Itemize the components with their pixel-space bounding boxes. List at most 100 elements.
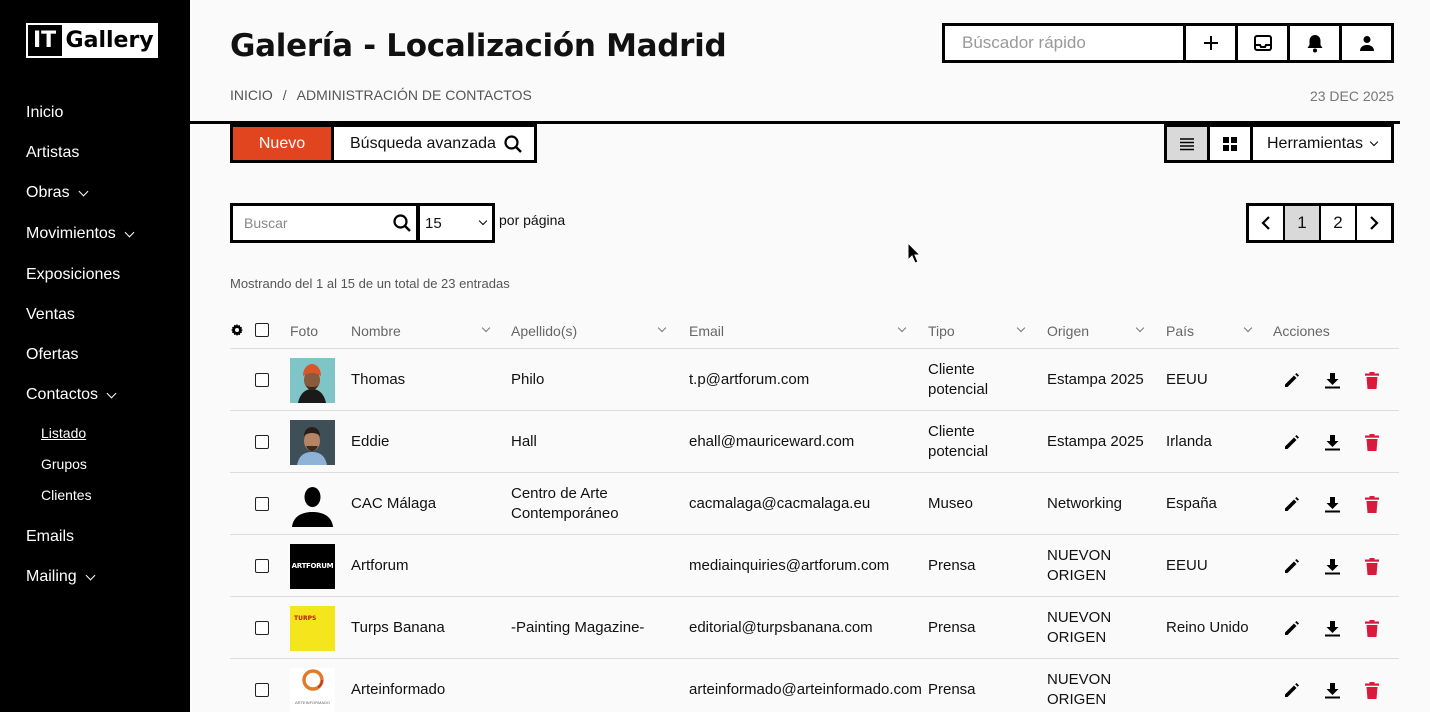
delete-button[interactable]: [1362, 473, 1382, 535]
sidebar-item-label: Contactos: [26, 386, 99, 403]
row-checkbox[interactable]: [255, 411, 269, 473]
advanced-search-button[interactable]: Búsqueda avanzada: [331, 124, 537, 163]
per-page-select[interactable]: 15: [417, 203, 495, 243]
inbox-button[interactable]: [1235, 26, 1287, 60]
table-row[interactable]: ARTEINFORMADO Arteinformado arteinformado@…: [230, 659, 1399, 712]
chevron-down-icon: [1243, 323, 1253, 333]
sidebar-item-label: Ventas: [26, 306, 75, 323]
contact-photo[interactable]: [290, 473, 335, 535]
sidebar-subitem-clientes[interactable]: Clientes: [41, 487, 92, 503]
sidebar-item-ventas[interactable]: Ventas: [26, 306, 75, 324]
avatar: ARTFORUM: [290, 543, 335, 589]
trash-icon: [1365, 681, 1379, 699]
delete-button[interactable]: [1362, 659, 1382, 712]
new-button[interactable]: Nuevo: [230, 124, 334, 163]
sidebar-subitem-listado[interactable]: Listado: [41, 425, 86, 441]
table-row[interactable]: ARTFORUM Artforum mediainquiries@artforum.…: [230, 535, 1399, 597]
checkbox: [255, 683, 269, 697]
download-button[interactable]: [1322, 535, 1342, 597]
sidebar-item-obras[interactable]: Obras: [26, 184, 89, 202]
photo-logo-text: ARTEINFORMADO: [294, 699, 331, 705]
top-actions: [942, 23, 1394, 63]
table-settings-button[interactable]: [231, 324, 243, 336]
contact-photo[interactable]: ARTEINFORMADO: [290, 659, 335, 712]
sidebar-item-exposiciones[interactable]: Exposiciones: [26, 266, 120, 284]
app-logo[interactable]: IT Gallery: [26, 23, 158, 58]
column-name[interactable]: Nombre: [351, 323, 491, 339]
download-button[interactable]: [1322, 597, 1342, 659]
sidebar-item-inicio[interactable]: Inicio: [26, 104, 63, 122]
breadcrumb-home[interactable]: INICIO: [230, 87, 273, 103]
download-button[interactable]: [1322, 411, 1342, 473]
contact-email: editorial@turpsbanana.com: [689, 619, 873, 636]
column-origin[interactable]: Origen: [1047, 323, 1146, 339]
column-surname[interactable]: Apellido(s): [511, 323, 668, 339]
list-view-button[interactable]: [1167, 127, 1210, 160]
select-all-checkbox[interactable]: [255, 323, 269, 337]
contact-origin: NUEVON ORIGEN: [1047, 597, 1111, 659]
sidebar-item-mailing[interactable]: Mailing: [26, 568, 96, 586]
delete-button[interactable]: [1362, 597, 1382, 659]
sidebar-item-movimientos[interactable]: Movimientos: [26, 225, 135, 243]
sidebar-subitem-grupos[interactable]: Grupos: [41, 456, 87, 472]
checkbox: [255, 497, 269, 511]
edit-button[interactable]: [1282, 535, 1302, 597]
page-button-1[interactable]: 1: [1285, 206, 1321, 240]
delete-button[interactable]: [1362, 349, 1382, 411]
trash-icon: [1365, 433, 1379, 451]
row-checkbox[interactable]: [255, 659, 269, 712]
column-country[interactable]: País: [1166, 323, 1254, 339]
tools-dropdown[interactable]: Herramientas: [1253, 127, 1391, 160]
sidebar-item-emails[interactable]: Emails: [26, 528, 74, 546]
breadcrumb-current: ADMINISTRACIÓN DE CONTACTOS: [296, 87, 532, 103]
contact-email: ehall@mauriceward.com: [689, 433, 855, 450]
download-button[interactable]: [1322, 659, 1342, 712]
download-button[interactable]: [1322, 349, 1342, 411]
row-checkbox[interactable]: [255, 597, 269, 659]
edit-button[interactable]: [1282, 597, 1302, 659]
prev-page-button[interactable]: [1249, 206, 1285, 240]
row-checkbox[interactable]: [255, 535, 269, 597]
sidebar-item-artistas[interactable]: Artistas: [26, 144, 79, 162]
contact-photo[interactable]: ARTFORUM: [290, 535, 335, 597]
download-icon: [1324, 558, 1340, 574]
grid-view-button[interactable]: [1210, 127, 1253, 160]
row-checkbox[interactable]: [255, 473, 269, 535]
edit-button[interactable]: [1282, 473, 1302, 535]
sidebar-item-label: Ofertas: [26, 346, 79, 363]
contact-surname: [511, 535, 661, 597]
contact-photo[interactable]: [290, 411, 335, 473]
sidebar-item-ofertas[interactable]: Ofertas: [26, 346, 78, 364]
contact-photo[interactable]: [290, 349, 335, 411]
contact-photo[interactable]: TURPS: [290, 597, 335, 659]
table-search-input[interactable]: [233, 215, 393, 231]
chevron-down-icon: [78, 186, 89, 196]
user-button[interactable]: [1339, 26, 1391, 60]
breadcrumb: INICIO / ADMINISTRACIÓN DE CONTACTOS: [230, 87, 532, 103]
add-button[interactable]: [1183, 26, 1235, 60]
edit-button[interactable]: [1282, 659, 1302, 712]
delete-button[interactable]: [1362, 411, 1382, 473]
page-button-2[interactable]: 2: [1321, 206, 1357, 240]
table-row[interactable]: Thomas Philo t.p@artforum.com Cliente potenc…: [230, 349, 1399, 411]
chevron-down-icon: [481, 323, 491, 333]
table-row[interactable]: Eddie Hall ehall@mauriceward.com Cliente pot…: [230, 411, 1399, 473]
edit-button[interactable]: [1282, 349, 1302, 411]
download-button[interactable]: [1322, 473, 1342, 535]
column-email[interactable]: Email: [689, 323, 908, 339]
edit-button[interactable]: [1282, 411, 1302, 473]
table-row[interactable]: TURPS Turps Banana -Painting Magazine-edit…: [230, 597, 1399, 659]
notifications-button[interactable]: [1287, 26, 1339, 60]
row-checkbox[interactable]: [255, 349, 269, 411]
chevron-left-icon: [1261, 216, 1270, 230]
contact-country: EEUU: [1166, 557, 1208, 574]
view-toggle-group: Herramientas: [1164, 124, 1394, 163]
contact-type: Prensa: [928, 597, 976, 659]
delete-button[interactable]: [1362, 535, 1382, 597]
sidebar-item-contactos[interactable]: Contactos: [26, 386, 117, 404]
next-page-button[interactable]: [1357, 206, 1391, 240]
quick-search-input[interactable]: [945, 26, 1183, 60]
table-row[interactable]: CAC Málaga Centro de Arte Contemporáneo ca…: [230, 473, 1399, 535]
column-type[interactable]: Tipo: [928, 323, 1027, 339]
search-icon[interactable]: [393, 214, 411, 232]
